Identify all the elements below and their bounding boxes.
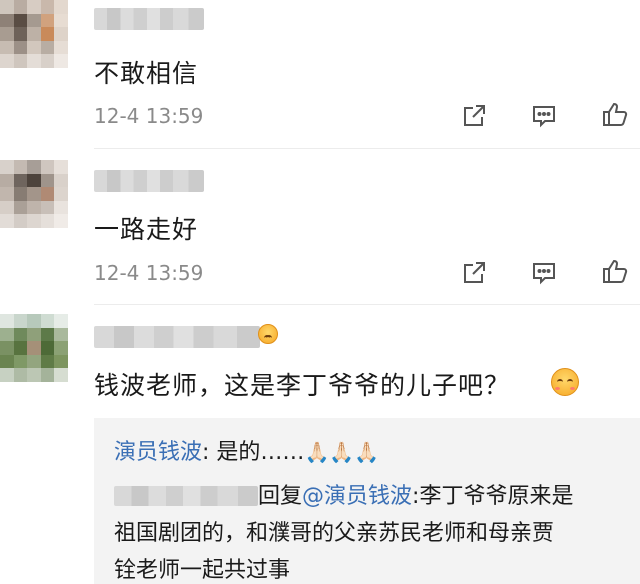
reply-prefix: 回复 (258, 484, 303, 509)
user-badge-emoji-icon (258, 324, 278, 344)
comment-time: 12-4 13:59 (94, 104, 204, 128)
like-icon[interactable] (601, 257, 629, 285)
comment-text: 不敢相信 (94, 59, 199, 88)
avatar[interactable] (0, 314, 68, 382)
divider (94, 148, 640, 149)
reply-text: 是的…… (216, 440, 305, 465)
reply-item[interactable]: 演员钱波: 是的……🙏🏻🙏🏻🙏🏻 (114, 434, 379, 466)
username[interactable] (94, 326, 260, 348)
avatar[interactable] (0, 160, 68, 228)
reply-text: :李丁爷爷原来是 (412, 484, 574, 509)
reply-username[interactable] (114, 486, 258, 506)
username[interactable] (94, 170, 204, 192)
reply-text-line: 祖国剧团的，和濮哥的父亲苏民老师和母亲贾 (114, 521, 555, 546)
blush-emoji-icon (551, 368, 579, 396)
reply-separator: : (202, 440, 217, 465)
like-icon[interactable] (601, 100, 629, 128)
repost-icon[interactable] (460, 259, 488, 287)
comment-icon[interactable] (530, 259, 558, 287)
reply-item[interactable]: 回复@演员钱波:李丁爷爷原来是 (114, 478, 573, 510)
repost-icon[interactable] (460, 102, 488, 130)
divider (94, 304, 640, 305)
reply-box[interactable]: 演员钱波: 是的……🙏🏻🙏🏻🙏🏻 回复@演员钱波:李丁爷爷原来是 祖国剧团的，和… (94, 418, 640, 584)
comment-text: 一路走好 (94, 215, 199, 244)
avatar[interactable] (0, 0, 68, 68)
pray-emoji-icon: 🙏🏻🙏🏻🙏🏻 (304, 440, 380, 464)
reply-author-link[interactable]: 演员钱波 (114, 440, 202, 465)
username[interactable] (94, 8, 204, 30)
comment-time: 12-4 13:59 (94, 261, 204, 285)
reply-mention-link[interactable]: @演员钱波 (302, 484, 412, 509)
comment-text: 钱波老师，这是李丁爷爷的儿子吧？ (94, 371, 511, 400)
reply-text-line: 铨老师一起共过事 (114, 558, 291, 583)
comment-icon[interactable] (530, 102, 558, 130)
